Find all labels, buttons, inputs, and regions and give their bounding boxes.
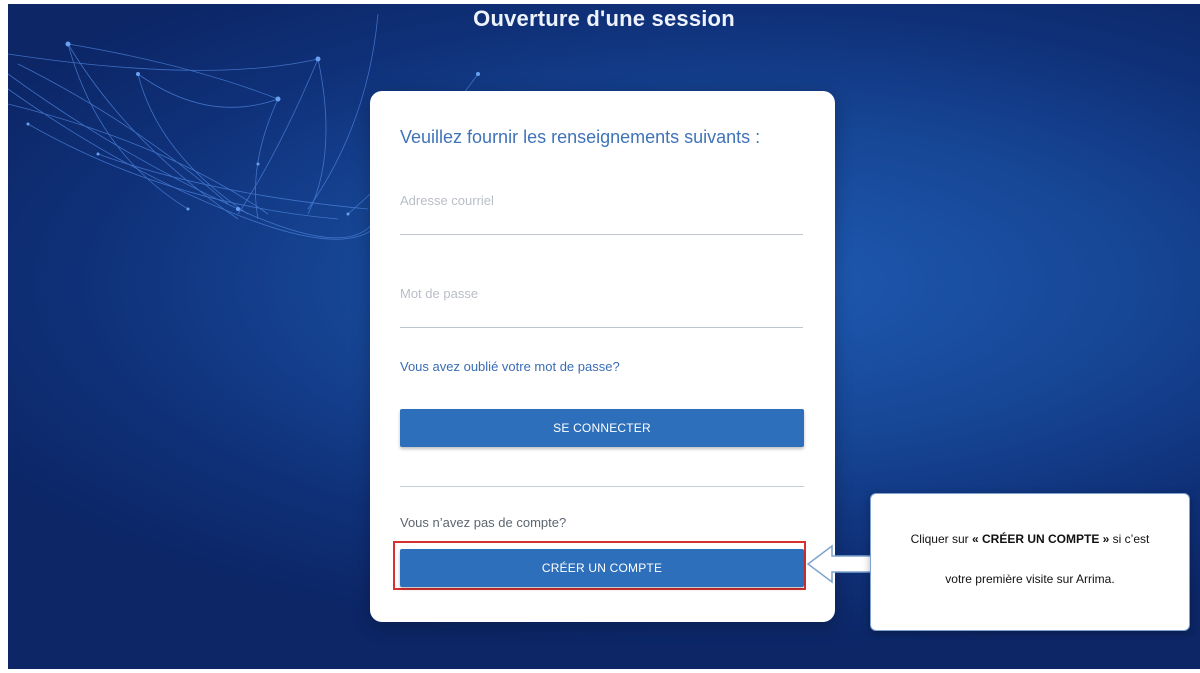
divider — [400, 486, 804, 487]
forgot-password-link[interactable]: Vous avez oublié votre mot de passe? — [400, 359, 620, 374]
callout-emphasis: « CRÉER UN COMPTE » — [971, 532, 1110, 546]
create-account-button[interactable]: CRÉER UN COMPTE — [400, 549, 804, 587]
instruction-callout: Cliquer sur « CRÉER UN COMPTE » si c’est… — [870, 493, 1190, 631]
login-button[interactable]: SE CONNECTER — [400, 409, 804, 447]
form-heading: Veuillez fournir les renseignements suiv… — [400, 127, 761, 147]
no-account-text: Vous n’avez pas de compte? — [400, 515, 567, 530]
callout-line-1: Cliquer sur « CRÉER UN COMPTE » si c’est — [871, 532, 1189, 546]
email-field-container — [400, 192, 803, 235]
password-field-container — [400, 285, 803, 328]
callout-line-2: votre première visite sur Arrima. — [945, 572, 1115, 586]
callout-prefix: Cliquer sur — [910, 532, 972, 546]
page-title: Ouverture d'une session — [473, 6, 735, 31]
email-input[interactable] — [400, 193, 803, 235]
password-input[interactable] — [400, 286, 803, 328]
callout-suffix: si c’est — [1109, 532, 1150, 546]
login-card: Veuillez fournir les renseignements suiv… — [370, 91, 835, 622]
callout-arrow-icon — [806, 544, 879, 584]
